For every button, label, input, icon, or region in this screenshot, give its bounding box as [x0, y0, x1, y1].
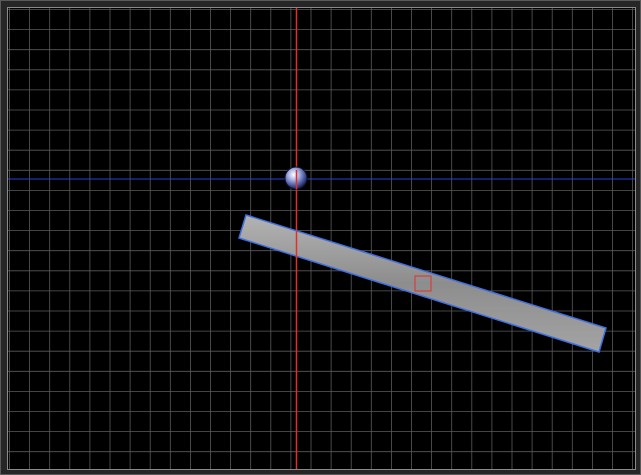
ball[interactable]: [284, 166, 308, 190]
viewport-frame: [0, 0, 641, 475]
scene-viewport[interactable]: [7, 7, 636, 470]
scene-canvas[interactable]: [8, 8, 636, 470]
